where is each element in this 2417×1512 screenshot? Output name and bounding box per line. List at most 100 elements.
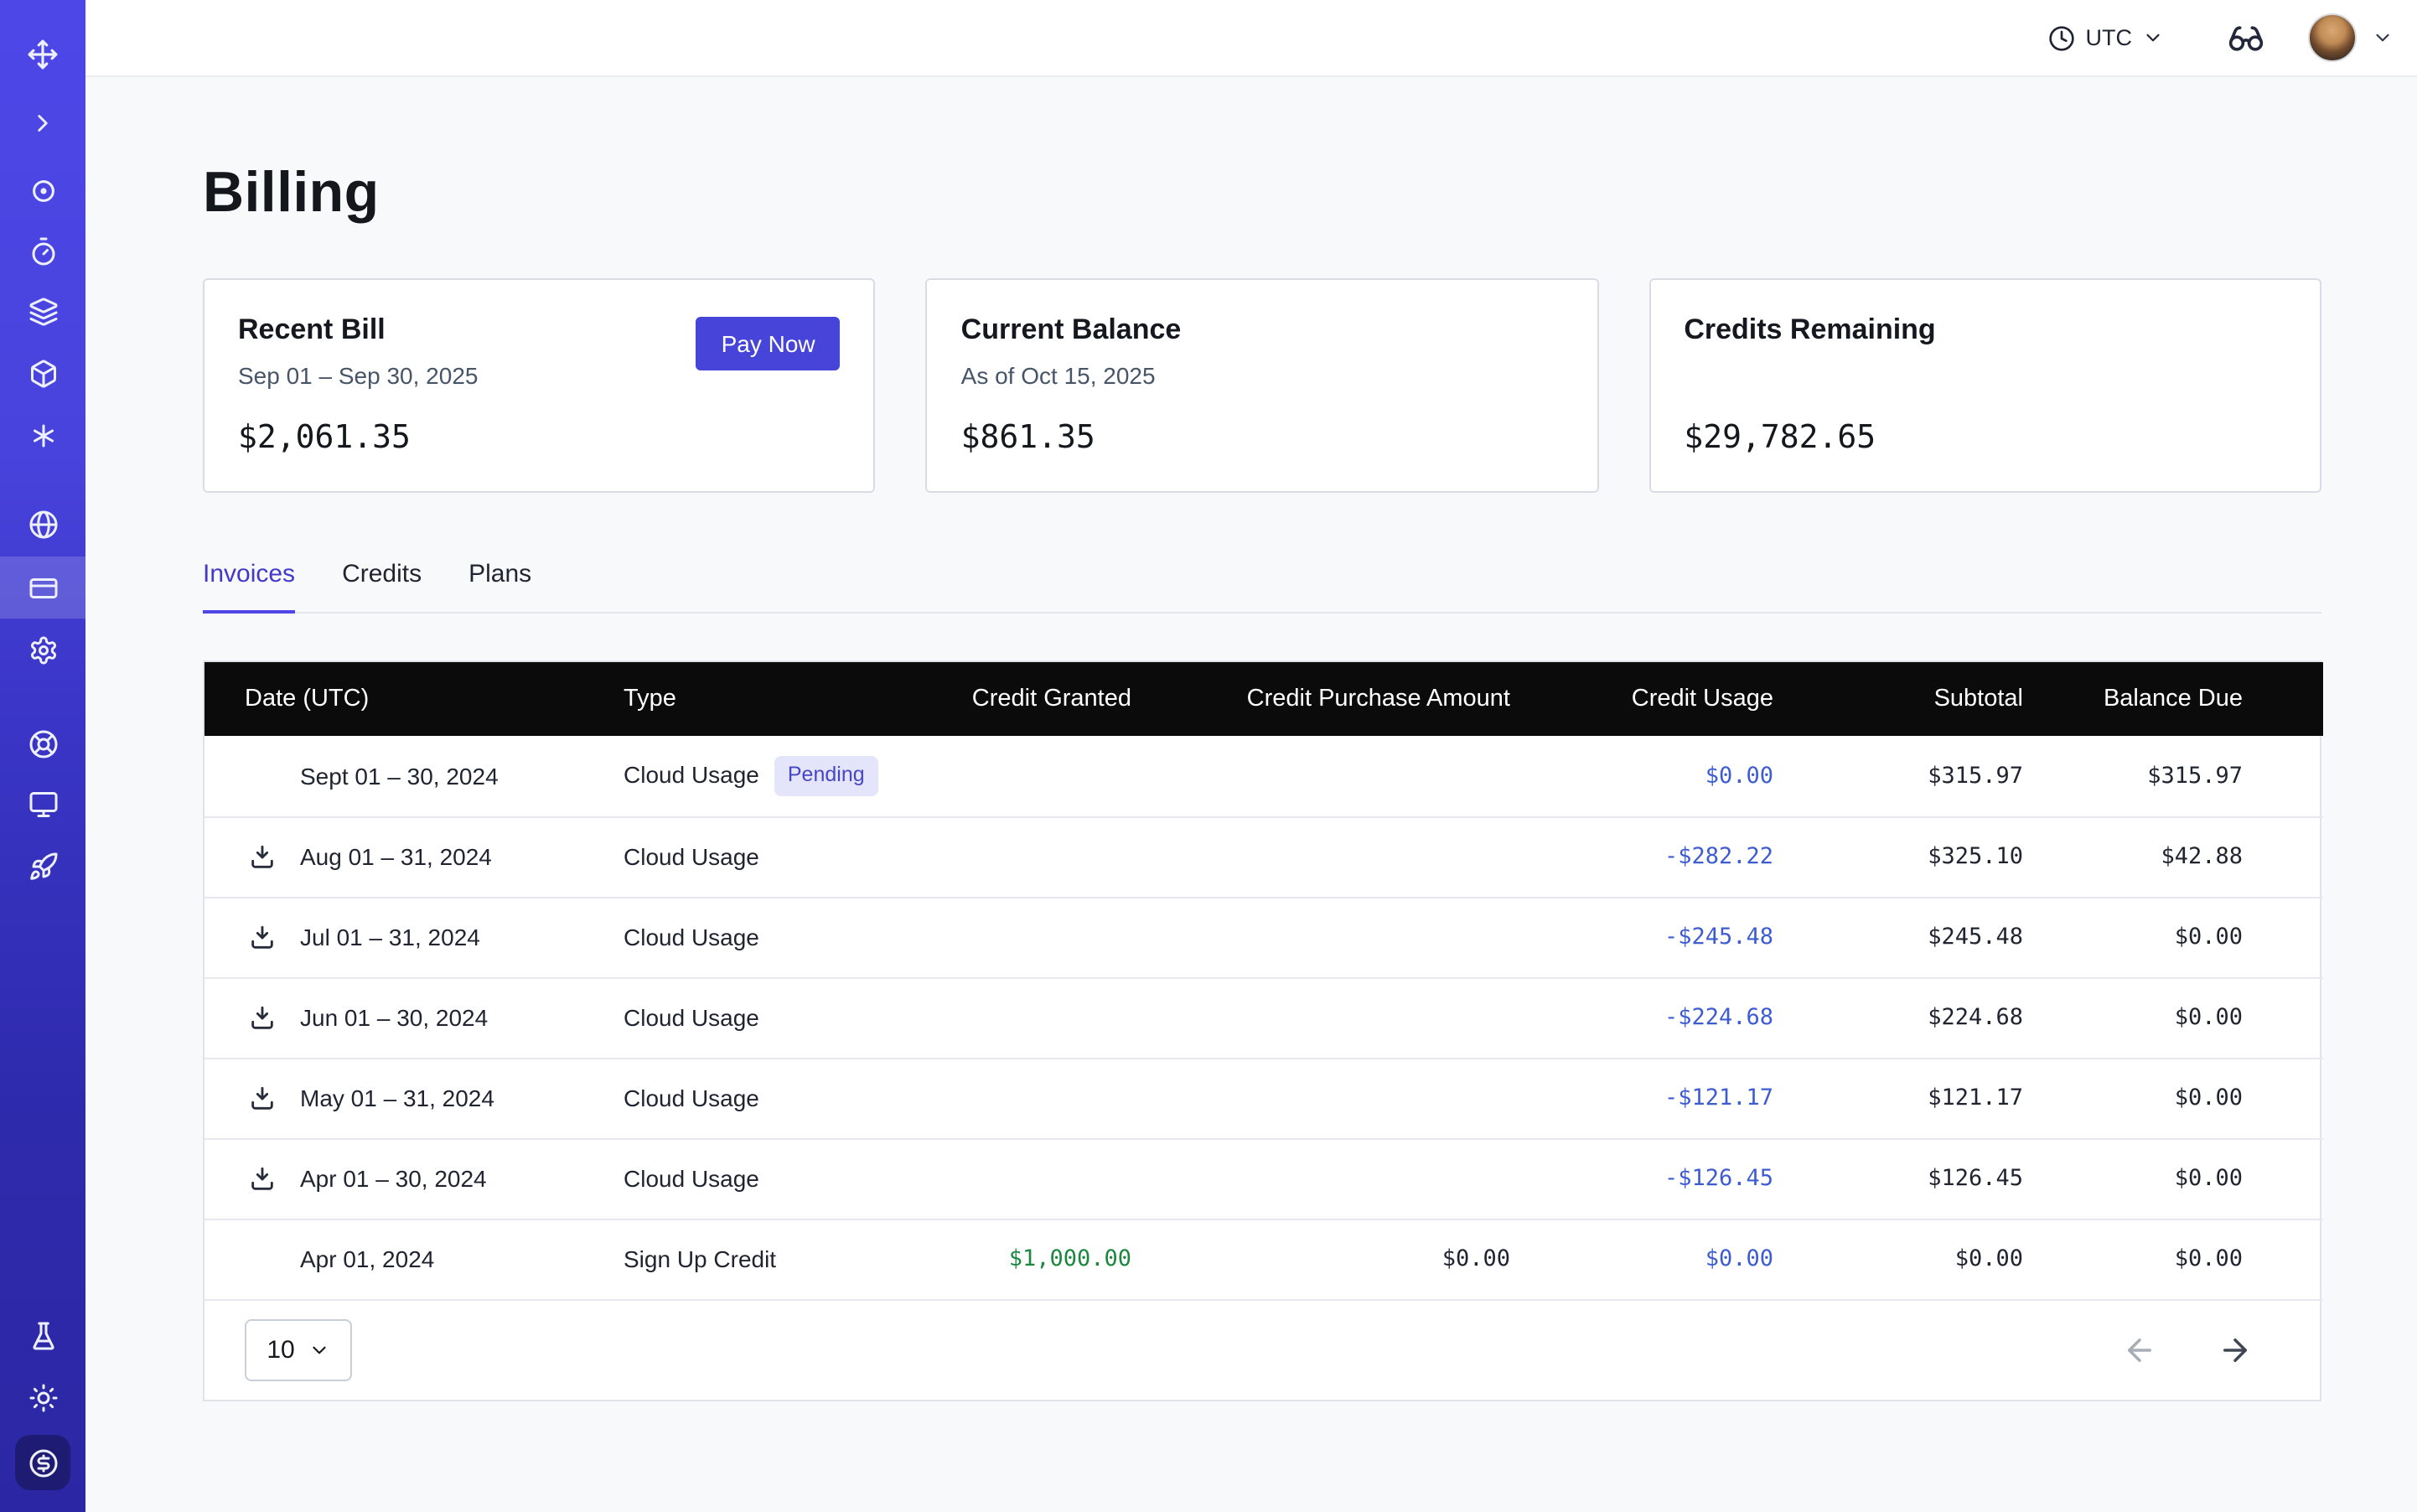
subtotal-value: $224.68 <box>1773 977 2023 1058</box>
recent-bill-amount: $2,061.35 <box>238 416 841 459</box>
col-date: Date (UTC) <box>204 662 624 736</box>
download-icon <box>247 842 276 871</box>
download-invoice-button[interactable] <box>247 842 276 871</box>
timezone-selector[interactable]: UTC <box>2049 24 2165 51</box>
cube-icon <box>28 358 58 388</box>
invoice-row: Apr 01 – 30, 2024 Cloud Usage -$126.45 $… <box>204 1138 2323 1219</box>
credits-remaining-amount: $29,782.65 <box>1684 416 2286 459</box>
invoice-period: Aug 01 – 31, 2024 <box>300 843 492 870</box>
subtotal-value: $325.10 <box>1773 816 2023 897</box>
user-avatar[interactable] <box>2308 13 2357 62</box>
download-invoice-button[interactable] <box>247 1084 276 1112</box>
download-invoice-button[interactable] <box>247 1003 276 1032</box>
invoice-type: Cloud Usage <box>624 843 759 870</box>
balance-due-value: $42.88 <box>2023 816 2323 897</box>
balance-as-of: As of Oct 15, 2025 <box>961 359 1564 394</box>
col-credit-purchase: Credit Purchase Amount <box>1131 662 1510 736</box>
app-logo[interactable] <box>0 23 85 85</box>
previous-page-button[interactable] <box>2122 1332 2157 1367</box>
sidebar-item-asterisk[interactable] <box>0 404 85 466</box>
sidebar-item-layers[interactable] <box>0 280 85 342</box>
sidebar-item-labs[interactable] <box>0 1304 85 1366</box>
col-credit-usage: Credit Usage <box>1510 662 1773 736</box>
coin-badge <box>15 1435 70 1490</box>
sidebar-item-launch[interactable] <box>0 835 85 897</box>
tab-invoices[interactable]: Invoices <box>203 560 295 614</box>
invoice-period: Jul 01 – 31, 2024 <box>300 924 480 950</box>
credit-granted-value <box>892 736 1131 816</box>
col-balance-due: Balance Due <box>2023 662 2323 736</box>
summary-cards: Recent Bill Sep 01 – Sep 30, 2025 $2,061… <box>203 278 2321 493</box>
sidebar-item-cube[interactable] <box>0 342 85 404</box>
credit-granted-value <box>892 897 1131 977</box>
balance-due-value: $0.00 <box>2023 977 2323 1058</box>
invoice-type: Cloud Usage <box>624 1165 759 1192</box>
invoice-row: Aug 01 – 31, 2024 Cloud Usage -$282.22 $… <box>204 816 2323 897</box>
sidebar-item-timer[interactable] <box>0 220 85 282</box>
page-title: Billing <box>203 158 2417 228</box>
invoice-type: Cloud Usage <box>624 924 759 950</box>
billing-page: Billing Recent Bill Sep 01 – Sep 30, 202… <box>85 77 2417 1401</box>
col-type: Type <box>624 662 892 736</box>
pay-now-button[interactable]: Pay Now <box>696 317 841 370</box>
credit-granted-value: $1,000.00 <box>892 1219 1131 1299</box>
app-window: UTC Billing Recent Bill Sep 01 – Sep 30,… <box>0 0 2417 1512</box>
credit-usage-value: -$282.22 <box>1510 816 1773 897</box>
arrow-left-icon <box>2122 1332 2157 1367</box>
card-title: Current Balance <box>961 310 1564 350</box>
sidebar-item-console[interactable] <box>0 773 85 835</box>
credit-purchase-value <box>1131 1058 1510 1138</box>
credit-usage-value: $0.00 <box>1510 736 1773 816</box>
sidebar-item-billing[interactable] <box>0 557 85 619</box>
sidebar-item-settings[interactable] <box>0 619 85 681</box>
sidebar-expand[interactable] <box>0 92 85 154</box>
download-icon <box>247 1164 276 1193</box>
col-credit-granted: Credit Granted <box>892 662 1131 736</box>
sidebar-item-globe[interactable] <box>0 493 85 555</box>
account-menu-button[interactable] <box>2372 27 2394 49</box>
credit-usage-value: -$224.68 <box>1510 977 1773 1058</box>
tab-plans[interactable]: Plans <box>468 560 531 614</box>
sidebar-item-radar[interactable] <box>0 159 85 221</box>
lifebuoy-icon <box>28 728 58 759</box>
theme-toggle[interactable] <box>0 1366 85 1428</box>
invoice-period: Apr 01 – 30, 2024 <box>300 1165 487 1192</box>
rocket-icon <box>28 851 58 881</box>
invoice-period: Apr 01, 2024 <box>300 1245 434 1272</box>
invoice-row: Jun 01 – 30, 2024 Cloud Usage -$224.68 $… <box>204 977 2323 1058</box>
download-invoice-button[interactable] <box>247 1164 276 1193</box>
dollar-coin-icon <box>28 1447 58 1478</box>
col-subtotal: Subtotal <box>1773 662 2023 736</box>
view-mode-button[interactable] <box>2228 19 2264 56</box>
invoice-period: Sept 01 – 30, 2024 <box>300 763 499 790</box>
download-icon <box>247 923 276 951</box>
status-badge: Pending <box>774 756 878 795</box>
tab-credits[interactable]: Credits <box>342 560 422 614</box>
subtotal-value: $245.48 <box>1773 897 2023 977</box>
current-balance-amount: $861.35 <box>961 416 1564 459</box>
balance-due-value: $315.97 <box>2023 736 2323 816</box>
balance-due-value: $0.00 <box>2023 1219 2323 1299</box>
next-page-button[interactable] <box>2218 1332 2253 1367</box>
subtotal-value: $126.45 <box>1773 1138 2023 1219</box>
gear-icon <box>28 634 58 665</box>
sun-icon <box>28 1382 58 1412</box>
credit-card-icon <box>28 572 58 603</box>
main-area: UTC Billing Recent Bill Sep 01 – Sep 30,… <box>85 0 2417 1512</box>
invoice-type: Cloud Usage <box>624 1004 759 1031</box>
credit-granted-value <box>892 977 1131 1058</box>
timer-icon <box>28 236 58 266</box>
invoices-table-container: Date (UTC) Type Credit Granted Credit Pu… <box>203 660 2321 1401</box>
credit-purchase-value <box>1131 977 1510 1058</box>
download-invoice-button[interactable] <box>247 923 276 951</box>
billing-tabs: Invoices Credits Plans <box>203 560 2321 614</box>
download-icon <box>247 1003 276 1032</box>
credit-usage-value: $0.00 <box>1510 1219 1773 1299</box>
sidebar-item-support[interactable] <box>0 712 85 774</box>
page-size-select[interactable]: 10 <box>245 1318 352 1380</box>
subtotal-value: $315.97 <box>1773 736 2023 816</box>
credits-remaining-card: Credits Remaining $29,782.65 <box>1648 278 2321 493</box>
invoice-period: May 01 – 31, 2024 <box>300 1085 494 1111</box>
clock-icon <box>2049 24 2076 51</box>
sidebar-item-credits[interactable] <box>0 1432 85 1494</box>
